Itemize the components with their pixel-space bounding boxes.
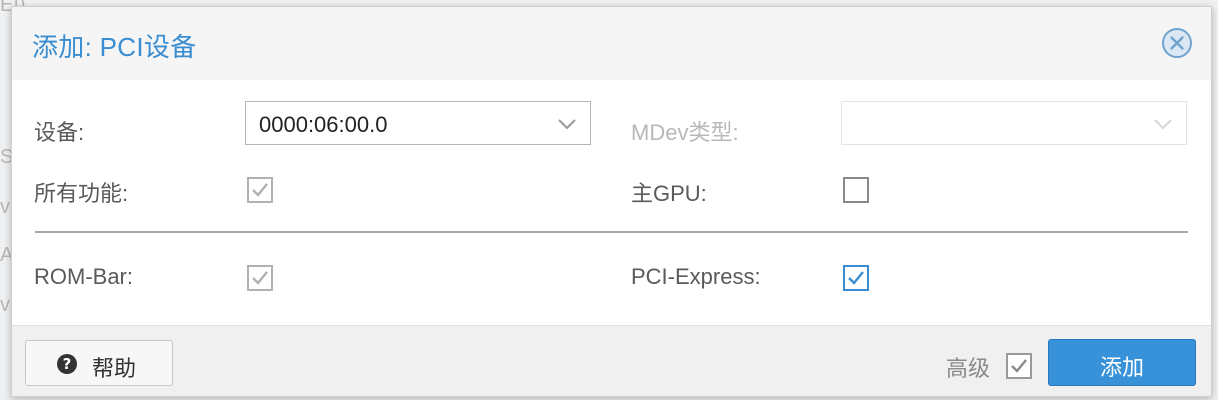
help-button[interactable]: ? 帮助 — [25, 340, 173, 386]
dialog-body: 设备: 0000:06:00.0 MDev类型: 所有功能: 主GPU: ROM… — [12, 80, 1211, 325]
add-button[interactable]: 添加 — [1048, 339, 1196, 386]
primary-gpu-checkbox[interactable] — [843, 177, 869, 203]
chevron-down-icon[interactable] — [556, 116, 578, 132]
rom-bar-checkbox[interactable] — [247, 265, 273, 291]
device-select-value: 0000:06:00.0 — [259, 112, 388, 137]
background-fragment: v — [0, 294, 10, 316]
pci-express-label: PCI-Express: — [631, 264, 761, 289]
help-button-label: 帮助 — [92, 356, 137, 381]
dialog-footer: ? 帮助 高级 添加 — [12, 325, 1211, 396]
add-button-label: 添加 — [1099, 355, 1144, 380]
dialog-header: 添加: PCI设备 — [12, 7, 1211, 80]
advanced-checkbox[interactable] — [1006, 353, 1032, 379]
section-divider — [35, 231, 1188, 233]
device-label: 设备: — [34, 120, 85, 145]
device-select[interactable]: 0000:06:00.0 — [245, 101, 591, 145]
all-functions-label: 所有功能: — [34, 181, 129, 206]
rom-bar-label: ROM-Bar: — [34, 264, 133, 289]
pci-express-checkbox[interactable] — [843, 265, 869, 291]
primary-gpu-label: 主GPU: — [631, 181, 707, 206]
svg-text:?: ? — [63, 355, 72, 373]
background-fragment: v — [0, 196, 10, 218]
chevron-down-icon[interactable] — [1152, 116, 1174, 132]
all-functions-checkbox[interactable] — [247, 177, 273, 203]
mdev-type-select[interactable] — [841, 101, 1187, 145]
dialog-title: 添加: PCI设备 — [32, 32, 197, 62]
add-pci-device-dialog: 添加: PCI设备 设备: 0000:06:00.0 MDev类型: 所有功能:… — [11, 6, 1212, 397]
close-button[interactable] — [1161, 27, 1193, 59]
close-circle-icon — [1162, 28, 1192, 58]
advanced-label: 高级 — [946, 356, 991, 381]
question-circle-icon: ? — [57, 354, 77, 374]
mdev-type-label: MDev类型: — [631, 120, 739, 145]
